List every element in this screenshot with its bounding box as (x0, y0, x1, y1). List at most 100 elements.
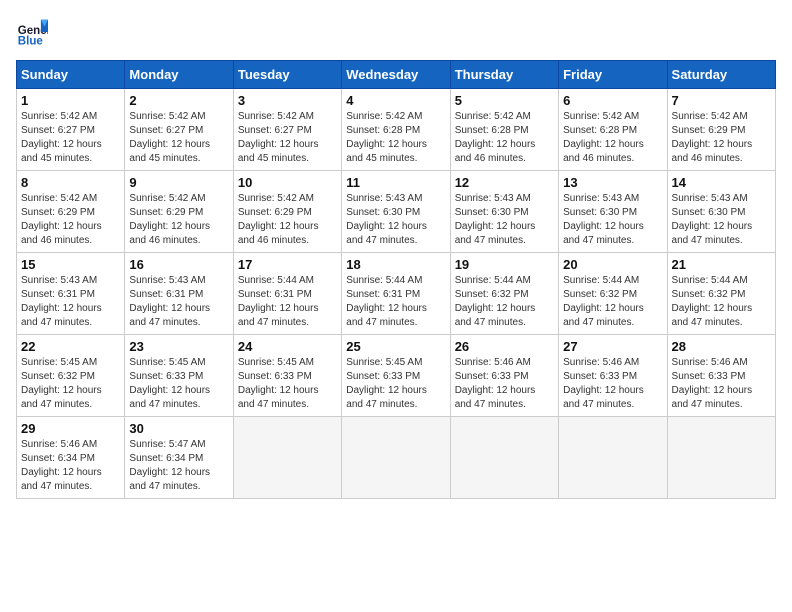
day-info: Sunrise: 5:45 AM Sunset: 6:33 PM Dayligh… (346, 356, 445, 412)
day-info: Sunrise: 5:42 AM Sunset: 6:28 PM Dayligh… (346, 110, 445, 166)
day-info: Sunrise: 5:47 AM Sunset: 6:34 PM Dayligh… (129, 438, 228, 494)
calendar-cell (342, 417, 450, 499)
calendar-cell: 28 Sunrise: 5:46 AM Sunset: 6:33 PM Dayl… (667, 335, 775, 417)
calendar-week-row: 29 Sunrise: 5:46 AM Sunset: 6:34 PM Dayl… (17, 417, 776, 499)
calendar-cell: 22 Sunrise: 5:45 AM Sunset: 6:32 PM Dayl… (17, 335, 125, 417)
day-number: 28 (672, 339, 771, 354)
day-number: 7 (672, 93, 771, 108)
calendar-cell (667, 417, 775, 499)
day-info: Sunrise: 5:45 AM Sunset: 6:33 PM Dayligh… (129, 356, 228, 412)
day-number: 24 (238, 339, 337, 354)
weekday-header-wednesday: Wednesday (342, 61, 450, 89)
day-number: 8 (21, 175, 120, 190)
day-info: Sunrise: 5:42 AM Sunset: 6:29 PM Dayligh… (672, 110, 771, 166)
day-info: Sunrise: 5:43 AM Sunset: 6:30 PM Dayligh… (563, 192, 662, 248)
weekday-header-thursday: Thursday (450, 61, 558, 89)
day-number: 10 (238, 175, 337, 190)
weekday-header-friday: Friday (559, 61, 667, 89)
day-info: Sunrise: 5:46 AM Sunset: 6:33 PM Dayligh… (563, 356, 662, 412)
day-info: Sunrise: 5:42 AM Sunset: 6:27 PM Dayligh… (21, 110, 120, 166)
day-number: 30 (129, 421, 228, 436)
day-number: 16 (129, 257, 228, 272)
day-number: 11 (346, 175, 445, 190)
day-info: Sunrise: 5:42 AM Sunset: 6:28 PM Dayligh… (455, 110, 554, 166)
day-info: Sunrise: 5:43 AM Sunset: 6:30 PM Dayligh… (346, 192, 445, 248)
day-number: 1 (21, 93, 120, 108)
day-number: 15 (21, 257, 120, 272)
calendar-cell: 29 Sunrise: 5:46 AM Sunset: 6:34 PM Dayl… (17, 417, 125, 499)
day-number: 21 (672, 257, 771, 272)
calendar-cell: 7 Sunrise: 5:42 AM Sunset: 6:29 PM Dayli… (667, 89, 775, 171)
day-number: 25 (346, 339, 445, 354)
calendar-cell: 25 Sunrise: 5:45 AM Sunset: 6:33 PM Dayl… (342, 335, 450, 417)
calendar-cell: 26 Sunrise: 5:46 AM Sunset: 6:33 PM Dayl… (450, 335, 558, 417)
day-info: Sunrise: 5:42 AM Sunset: 6:27 PM Dayligh… (238, 110, 337, 166)
calendar-cell: 21 Sunrise: 5:44 AM Sunset: 6:32 PM Dayl… (667, 253, 775, 335)
calendar-week-row: 15 Sunrise: 5:43 AM Sunset: 6:31 PM Dayl… (17, 253, 776, 335)
calendar-week-row: 8 Sunrise: 5:42 AM Sunset: 6:29 PM Dayli… (17, 171, 776, 253)
day-info: Sunrise: 5:46 AM Sunset: 6:34 PM Dayligh… (21, 438, 120, 494)
day-number: 17 (238, 257, 337, 272)
day-number: 3 (238, 93, 337, 108)
day-number: 9 (129, 175, 228, 190)
calendar-cell: 13 Sunrise: 5:43 AM Sunset: 6:30 PM Dayl… (559, 171, 667, 253)
calendar-cell: 15 Sunrise: 5:43 AM Sunset: 6:31 PM Dayl… (17, 253, 125, 335)
day-info: Sunrise: 5:42 AM Sunset: 6:28 PM Dayligh… (563, 110, 662, 166)
weekday-header-monday: Monday (125, 61, 233, 89)
day-number: 2 (129, 93, 228, 108)
logo-icon: General Blue (16, 16, 48, 48)
calendar-cell: 16 Sunrise: 5:43 AM Sunset: 6:31 PM Dayl… (125, 253, 233, 335)
weekday-header-sunday: Sunday (17, 61, 125, 89)
calendar-week-row: 22 Sunrise: 5:45 AM Sunset: 6:32 PM Dayl… (17, 335, 776, 417)
calendar-cell: 18 Sunrise: 5:44 AM Sunset: 6:31 PM Dayl… (342, 253, 450, 335)
day-info: Sunrise: 5:44 AM Sunset: 6:32 PM Dayligh… (672, 274, 771, 330)
day-number: 27 (563, 339, 662, 354)
calendar-cell: 19 Sunrise: 5:44 AM Sunset: 6:32 PM Dayl… (450, 253, 558, 335)
calendar-cell: 6 Sunrise: 5:42 AM Sunset: 6:28 PM Dayli… (559, 89, 667, 171)
day-number: 29 (21, 421, 120, 436)
calendar-cell (450, 417, 558, 499)
day-info: Sunrise: 5:43 AM Sunset: 6:30 PM Dayligh… (455, 192, 554, 248)
calendar-table: SundayMondayTuesdayWednesdayThursdayFrid… (16, 60, 776, 499)
calendar-cell: 3 Sunrise: 5:42 AM Sunset: 6:27 PM Dayli… (233, 89, 341, 171)
calendar-cell: 1 Sunrise: 5:42 AM Sunset: 6:27 PM Dayli… (17, 89, 125, 171)
calendar-cell: 14 Sunrise: 5:43 AM Sunset: 6:30 PM Dayl… (667, 171, 775, 253)
day-number: 18 (346, 257, 445, 272)
day-number: 26 (455, 339, 554, 354)
calendar-cell: 12 Sunrise: 5:43 AM Sunset: 6:30 PM Dayl… (450, 171, 558, 253)
day-info: Sunrise: 5:45 AM Sunset: 6:33 PM Dayligh… (238, 356, 337, 412)
calendar-cell: 17 Sunrise: 5:44 AM Sunset: 6:31 PM Dayl… (233, 253, 341, 335)
day-number: 14 (672, 175, 771, 190)
calendar-cell: 27 Sunrise: 5:46 AM Sunset: 6:33 PM Dayl… (559, 335, 667, 417)
day-info: Sunrise: 5:44 AM Sunset: 6:31 PM Dayligh… (238, 274, 337, 330)
day-info: Sunrise: 5:42 AM Sunset: 6:29 PM Dayligh… (238, 192, 337, 248)
day-number: 12 (455, 175, 554, 190)
day-info: Sunrise: 5:43 AM Sunset: 6:31 PM Dayligh… (21, 274, 120, 330)
day-info: Sunrise: 5:42 AM Sunset: 6:27 PM Dayligh… (129, 110, 228, 166)
calendar-cell: 4 Sunrise: 5:42 AM Sunset: 6:28 PM Dayli… (342, 89, 450, 171)
calendar-cell: 9 Sunrise: 5:42 AM Sunset: 6:29 PM Dayli… (125, 171, 233, 253)
day-info: Sunrise: 5:42 AM Sunset: 6:29 PM Dayligh… (129, 192, 228, 248)
day-info: Sunrise: 5:42 AM Sunset: 6:29 PM Dayligh… (21, 192, 120, 248)
weekday-header-saturday: Saturday (667, 61, 775, 89)
calendar-cell: 24 Sunrise: 5:45 AM Sunset: 6:33 PM Dayl… (233, 335, 341, 417)
calendar-cell: 2 Sunrise: 5:42 AM Sunset: 6:27 PM Dayli… (125, 89, 233, 171)
page-header: General Blue (16, 16, 776, 48)
day-info: Sunrise: 5:44 AM Sunset: 6:31 PM Dayligh… (346, 274, 445, 330)
day-info: Sunrise: 5:46 AM Sunset: 6:33 PM Dayligh… (455, 356, 554, 412)
calendar-cell: 8 Sunrise: 5:42 AM Sunset: 6:29 PM Dayli… (17, 171, 125, 253)
logo: General Blue (16, 16, 52, 48)
day-number: 5 (455, 93, 554, 108)
day-number: 13 (563, 175, 662, 190)
weekday-header-tuesday: Tuesday (233, 61, 341, 89)
calendar-cell: 30 Sunrise: 5:47 AM Sunset: 6:34 PM Dayl… (125, 417, 233, 499)
calendar-cell (233, 417, 341, 499)
day-info: Sunrise: 5:44 AM Sunset: 6:32 PM Dayligh… (455, 274, 554, 330)
day-number: 4 (346, 93, 445, 108)
day-info: Sunrise: 5:43 AM Sunset: 6:31 PM Dayligh… (129, 274, 228, 330)
calendar-cell: 5 Sunrise: 5:42 AM Sunset: 6:28 PM Dayli… (450, 89, 558, 171)
day-number: 19 (455, 257, 554, 272)
day-info: Sunrise: 5:46 AM Sunset: 6:33 PM Dayligh… (672, 356, 771, 412)
calendar-cell (559, 417, 667, 499)
day-number: 22 (21, 339, 120, 354)
